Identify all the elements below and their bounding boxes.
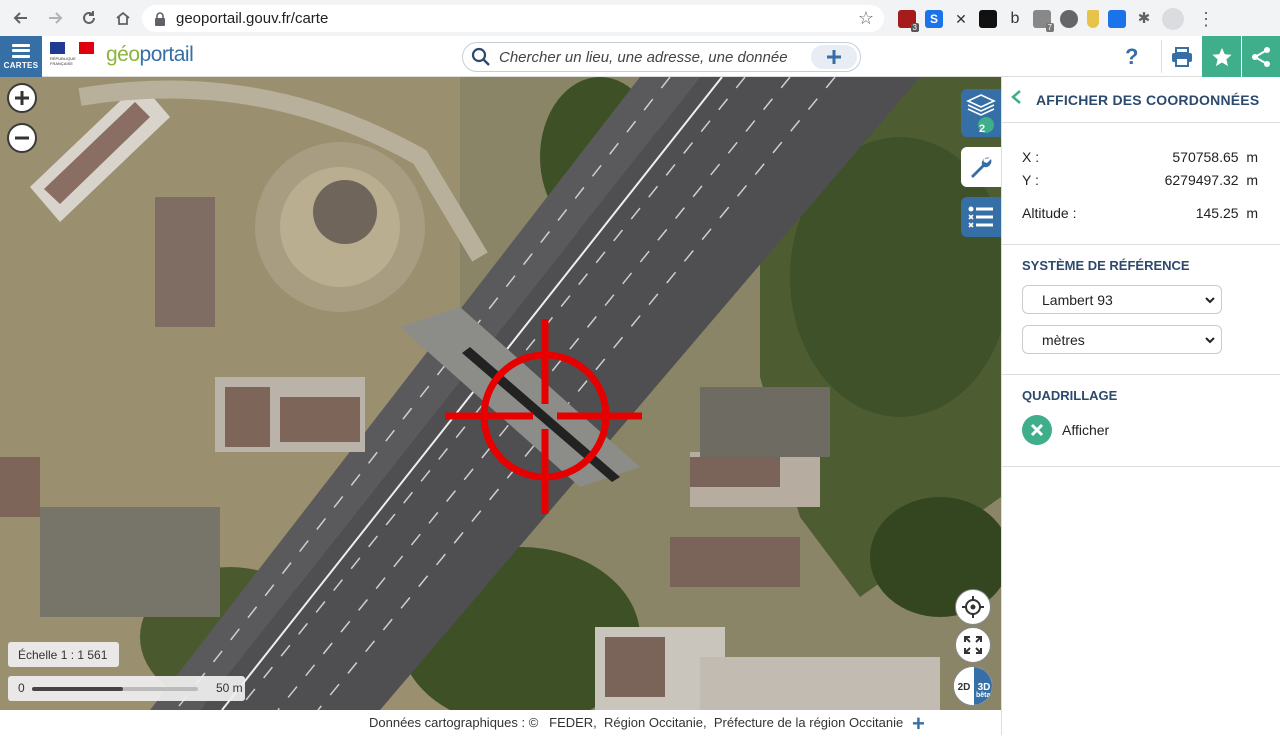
scalebar: 0 50 m xyxy=(8,676,245,701)
home-icon[interactable] xyxy=(110,5,136,31)
mode-2d[interactable]: 2D xyxy=(954,667,974,705)
scalebar-graphic xyxy=(32,687,198,691)
tools-button[interactable] xyxy=(961,147,1001,187)
map-scale: Échelle 1 : 1 561 xyxy=(8,642,119,667)
printer-icon xyxy=(1172,46,1192,67)
address-bar[interactable]: geoportail.gouv.fr/carte ☆ xyxy=(142,5,884,32)
help-button[interactable]: ? xyxy=(1125,44,1138,70)
browser-menu-icon[interactable]: ⋮ xyxy=(1197,9,1215,30)
coord-y-row: Y : 6279497.32 m xyxy=(1022,172,1258,188)
coord-x-row: X : 570758.65 m xyxy=(1022,149,1258,165)
view-2d-3d-toggle[interactable]: 2D 3D bêta xyxy=(953,666,993,706)
legend-list-icon xyxy=(968,206,993,228)
coord-y-label: Y : xyxy=(1022,172,1039,188)
favorites-button[interactable] xyxy=(1202,36,1241,77)
reference-system-heading: SYSTÈME DE RÉFÉRENCE xyxy=(1022,258,1190,273)
zoom-in-button[interactable] xyxy=(7,83,37,113)
url-text: geoportail.gouv.fr/carte xyxy=(176,10,329,27)
extensions-puzzle-icon[interactable]: ✱ xyxy=(1135,10,1153,28)
extension-badge: 7 xyxy=(1045,23,1054,32)
plus-icon xyxy=(15,91,29,105)
share-button[interactable] xyxy=(1241,36,1280,77)
print-button[interactable] xyxy=(1162,36,1202,77)
browser-toolbar: geoportail.gouv.fr/carte ☆ 3 S ✕ b 7 ✱ ⋮ xyxy=(0,0,1280,36)
coord-x-label: X : xyxy=(1022,149,1040,165)
mode-3d[interactable]: 3D xyxy=(974,667,992,705)
profile-avatar[interactable] xyxy=(1162,8,1184,30)
crosshair-marker xyxy=(445,319,642,514)
scalebar-start: 0 xyxy=(18,681,25,695)
altitude-row: Altitude : 145.25 m xyxy=(1022,205,1258,221)
panel-title: AFFICHER DES COORDONNÉES xyxy=(1036,91,1260,108)
cartes-menu-button[interactable]: CARTES xyxy=(0,36,42,77)
hamburger-icon xyxy=(12,43,30,58)
search-input[interactable]: Chercher un lieu, une adresse, une donné… xyxy=(499,49,788,66)
search-bar[interactable]: Chercher un lieu, une adresse, une donné… xyxy=(462,42,861,72)
reference-system-select[interactable]: Lambert 93 xyxy=(1022,285,1222,314)
app-header: CARTES RÉPUBLIQUE FRANÇAISE géoportail C… xyxy=(0,36,1280,77)
extension-lock-icon[interactable] xyxy=(979,10,997,28)
map-footer: Données cartographiques : © FEDER, Régio… xyxy=(0,710,1001,737)
scalebar-end: 50 m xyxy=(216,681,243,695)
star-icon xyxy=(1211,47,1232,66)
chevron-down-icon xyxy=(1205,297,1215,304)
map-view[interactable]: 2 2D 3D bêta Échelle 1 : 1 561 0 50 m xyxy=(0,77,1001,710)
bookmark-star-icon[interactable]: ☆ xyxy=(858,8,874,29)
units-select[interactable]: mètres xyxy=(1022,325,1222,354)
back-icon[interactable] xyxy=(8,5,34,31)
back-chevron-icon[interactable] xyxy=(1010,88,1026,111)
panel-header: AFFICHER DES COORDONNÉES xyxy=(1002,77,1280,123)
beta-label: bêta xyxy=(976,692,991,699)
extension-pin-icon[interactable]: ✕ xyxy=(952,10,970,28)
lock-icon xyxy=(154,11,166,26)
target-icon xyxy=(962,596,984,618)
grid-heading: QUADRILLAGE xyxy=(1022,388,1118,403)
layers-button[interactable]: 2 xyxy=(961,89,1001,137)
panel-divider xyxy=(1002,374,1280,375)
coordinates-block: X : 570758.65 m Y : 6279497.32 m Altitud… xyxy=(1002,124,1280,245)
altitude-label: Altitude : xyxy=(1022,205,1077,221)
minus-icon xyxy=(15,136,29,140)
units-value: mètres xyxy=(1042,331,1085,348)
coord-x-value: 570758.65 m xyxy=(1172,149,1258,165)
altitude-value: 145.25 m xyxy=(1195,205,1258,221)
extension-badge: 3 xyxy=(910,23,919,32)
logo-text: RÉPUBLIQUE FRANÇAISE xyxy=(50,56,76,66)
fullscreen-button[interactable] xyxy=(955,627,991,663)
attribution-text: Données cartographiques : © FEDER, Régio… xyxy=(369,715,904,730)
extension-ublock-icon[interactable]: 3 xyxy=(898,10,919,32)
extensions-bar: 3 S ✕ b 7 ✱ ⋮ xyxy=(898,8,1215,32)
chevron-down-icon xyxy=(1205,337,1215,344)
extension-mail-icon[interactable]: 7 xyxy=(1033,10,1054,32)
extension-download-icon[interactable] xyxy=(1108,10,1126,28)
extension-flask-icon[interactable] xyxy=(1087,10,1099,28)
legend-button[interactable] xyxy=(961,197,1001,237)
panel-divider xyxy=(1002,466,1280,467)
forward-icon[interactable] xyxy=(42,5,68,31)
share-icon xyxy=(1252,46,1270,67)
browser-nav xyxy=(8,5,136,31)
geoportail-logo[interactable]: géoportail xyxy=(106,43,194,67)
reload-icon[interactable] xyxy=(76,5,102,31)
extension-s-icon[interactable]: S xyxy=(925,10,943,28)
attribution-expand-button[interactable]: + xyxy=(912,711,925,737)
grid-toggle-label: Afficher xyxy=(1062,422,1110,438)
layers-count: 2 xyxy=(979,123,986,135)
wrench-icon xyxy=(971,157,992,178)
cartes-label: CARTES xyxy=(3,60,39,70)
grid-toggle-icon[interactable] xyxy=(1022,415,1052,445)
coord-y-value: 6279497.32 m xyxy=(1164,172,1258,188)
extension-b-icon[interactable]: b xyxy=(1006,10,1024,28)
geolocate-button[interactable] xyxy=(955,589,991,625)
zoom-out-button[interactable] xyxy=(7,123,37,153)
coordinates-panel: AFFICHER DES COORDONNÉES X : 570758.65 m… xyxy=(1001,77,1280,735)
search-icon xyxy=(471,47,491,67)
expand-icon xyxy=(964,636,982,654)
extension-circle-icon[interactable] xyxy=(1060,10,1078,28)
advanced-search-button[interactable] xyxy=(811,45,857,69)
reference-system-value: Lambert 93 xyxy=(1042,291,1113,308)
republique-francaise-logo[interactable]: RÉPUBLIQUE FRANÇAISE xyxy=(50,42,98,72)
grid-toggle[interactable]: Afficher xyxy=(1022,415,1109,445)
